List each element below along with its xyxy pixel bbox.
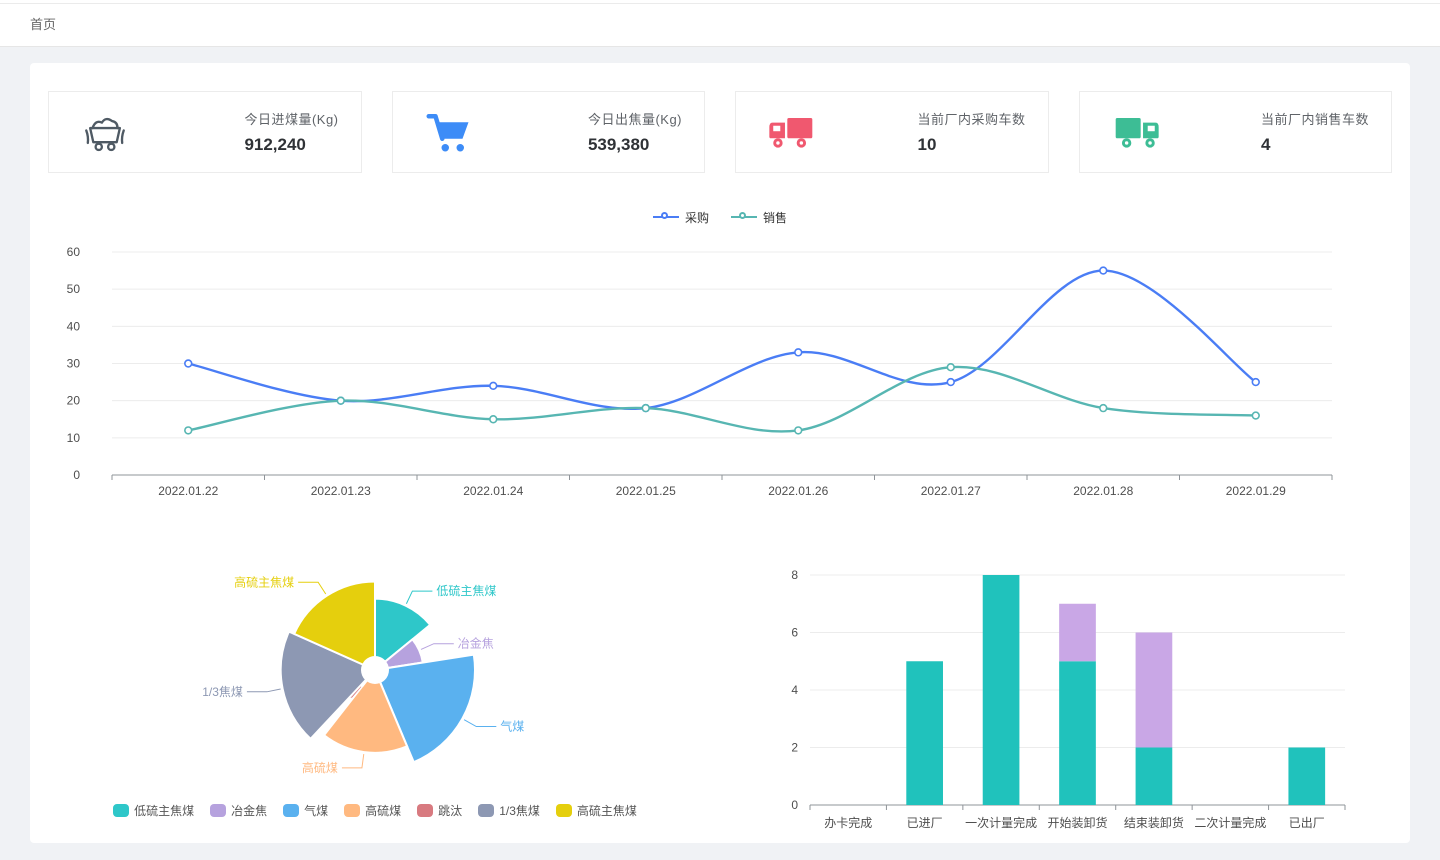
legend-swatch-icon — [417, 804, 433, 817]
coal-type-rose-chart[interactable]: 低硫主焦煤冶金焦气煤高硫煤跳汰1/3焦煤高硫主焦煤 — [65, 555, 685, 790]
svg-text:开始装卸货: 开始装卸货 — [1047, 815, 1107, 830]
coal-type-pie-section: 低硫主焦煤冶金焦气煤高硫煤跳汰1/3焦煤高硫主焦煤 低硫主焦煤冶金焦气煤高硫煤跳… — [30, 555, 720, 840]
svg-text:2022.01.25: 2022.01.25 — [616, 484, 676, 498]
legend-swatch-icon — [210, 804, 226, 817]
line-chart-legend: 采购 销售 — [30, 209, 1410, 225]
svg-text:30: 30 — [67, 357, 81, 371]
pie-legend-item-1[interactable]: 冶金焦 — [210, 802, 267, 819]
legend-label: 低硫主焦煤 — [134, 802, 194, 819]
svg-text:40: 40 — [67, 319, 81, 333]
top-nav-bar: 首页 — [0, 0, 1440, 47]
svg-text:2022.01.29: 2022.01.29 — [1226, 484, 1286, 498]
dashboard-panel: 今日进煤量(Kg) 912,240 今日出焦量(Kg) 539,380 — [30, 63, 1410, 843]
legend-swatch-icon — [344, 804, 360, 817]
svg-text:4: 4 — [791, 683, 798, 697]
pie-legend-item-4[interactable]: 跳汰 — [417, 802, 462, 819]
svg-text:60: 60 — [67, 245, 81, 259]
legend-swatch-icon — [113, 804, 129, 817]
svg-text:6: 6 — [791, 626, 798, 640]
sales-truck-icon — [1110, 109, 1162, 155]
svg-text:高硫煤: 高硫煤 — [302, 760, 338, 775]
legend-swatch-icon — [283, 804, 299, 817]
svg-text:已进厂: 已进厂 — [907, 816, 943, 830]
stats-row: 今日进煤量(Kg) 912,240 今日出焦量(Kg) 539,380 — [30, 91, 1410, 173]
svg-text:20: 20 — [67, 394, 81, 408]
stat-card-sales-trucks: 当前厂内销售车数 4 — [1079, 91, 1393, 173]
svg-text:二次计量完成: 二次计量完成 — [1194, 815, 1266, 830]
legend-label: 气煤 — [304, 802, 328, 819]
legend-label: 高硫煤 — [365, 802, 401, 819]
pie-legend-item-2[interactable]: 气煤 — [283, 802, 328, 819]
svg-text:2022.01.23: 2022.01.23 — [311, 484, 371, 498]
stat-card-coal-in: 今日进煤量(Kg) 912,240 — [48, 91, 362, 173]
legend-label: 销售 — [763, 209, 787, 226]
stat-card-purchase-trucks: 当前厂内采购车数 10 — [735, 91, 1049, 173]
svg-text:2022.01.28: 2022.01.28 — [1073, 484, 1133, 498]
svg-text:0: 0 — [73, 468, 80, 482]
svg-text:冶金焦: 冶金焦 — [458, 636, 494, 651]
mine-cart-icon — [79, 109, 131, 155]
legend-label: 采购 — [685, 209, 709, 226]
stat-label: 当前厂内采购车数 — [917, 109, 1025, 128]
svg-text:8: 8 — [791, 568, 798, 582]
shopping-cart-icon — [423, 109, 475, 155]
purchase-truck-icon — [766, 109, 818, 155]
stat-value: 539,380 — [588, 135, 649, 155]
stat-card-coke-out: 今日出焦量(Kg) 539,380 — [392, 91, 706, 173]
breadcrumb[interactable]: 首页 — [30, 14, 56, 33]
svg-text:一次计量完成: 一次计量完成 — [965, 815, 1037, 830]
svg-text:1/3焦煤: 1/3焦煤 — [202, 685, 243, 699]
legend-item-0[interactable]: 采购 — [653, 209, 709, 225]
svg-text:0: 0 — [791, 798, 798, 812]
stat-label: 当前厂内销售车数 — [1261, 109, 1369, 128]
svg-text:2: 2 — [791, 741, 798, 755]
svg-text:办卡完成: 办卡完成 — [824, 815, 872, 830]
svg-text:2022.01.24: 2022.01.24 — [463, 484, 523, 498]
legend-swatch-icon — [556, 804, 572, 817]
stat-label: 今日出焦量(Kg) — [588, 109, 682, 128]
legend-label: 1/3焦煤 — [499, 802, 540, 819]
stat-value: 912,240 — [244, 135, 305, 155]
legend-line-marker-icon — [653, 212, 679, 222]
svg-text:结束装卸货: 结束装卸货 — [1124, 815, 1184, 830]
legend-label: 跳汰 — [438, 802, 462, 819]
svg-text:高硫主焦煤: 高硫主焦煤 — [234, 574, 294, 589]
svg-text:2022.01.26: 2022.01.26 — [768, 484, 828, 498]
stat-value: 4 — [1261, 135, 1270, 155]
legend-line-marker-icon — [731, 212, 757, 222]
svg-text:气煤: 气煤 — [500, 719, 524, 734]
svg-text:低硫主焦煤: 低硫主焦煤 — [436, 583, 496, 598]
pie-chart-legend: 低硫主焦煤 冶金焦 气煤 高硫煤 跳汰 1/3焦煤 高硫主焦煤 — [30, 802, 720, 818]
legend-label: 冶金焦 — [231, 802, 267, 819]
legend-item-1[interactable]: 销售 — [731, 209, 787, 225]
legend-swatch-icon — [478, 804, 494, 817]
stat-label: 今日进煤量(Kg) — [244, 109, 338, 128]
svg-text:2022.01.22: 2022.01.22 — [158, 484, 218, 498]
svg-text:已出厂: 已出厂 — [1289, 816, 1325, 830]
stat-value: 10 — [917, 135, 936, 155]
bottom-charts-row: 低硫主焦煤冶金焦气煤高硫煤跳汰1/3焦煤高硫主焦煤 低硫主焦煤冶金焦气煤高硫煤跳… — [30, 555, 1410, 840]
pie-legend-item-0[interactable]: 低硫主焦煤 — [113, 802, 194, 819]
legend-label: 高硫主焦煤 — [577, 802, 637, 819]
svg-text:50: 50 — [67, 282, 81, 296]
purchase-sales-line-chart[interactable]: 0 10 20 30 40 50 60 2022.01.22 2022.01.23 2022.01… — [60, 231, 1380, 521]
vehicle-status-bar-chart[interactable]: 0 2 4 6 8 办卡完成 已进厂 一次计量完成开始装卸货 结束装卸货二次计量完成 已出厂 — [760, 555, 1410, 840]
pie-legend-item-6[interactable]: 高硫主焦煤 — [556, 802, 637, 819]
pie-legend-item-3[interactable]: 高硫煤 — [344, 802, 401, 819]
svg-text:10: 10 — [67, 431, 81, 445]
pie-legend-item-5[interactable]: 1/3焦煤 — [478, 802, 540, 819]
svg-text:2022.01.27: 2022.01.27 — [921, 484, 981, 498]
vehicle-status-bar-section: 0 2 4 6 8 办卡完成 已进厂 一次计量完成开始装卸货 结束装卸货二次计量完成 已出厂 — [720, 555, 1410, 840]
